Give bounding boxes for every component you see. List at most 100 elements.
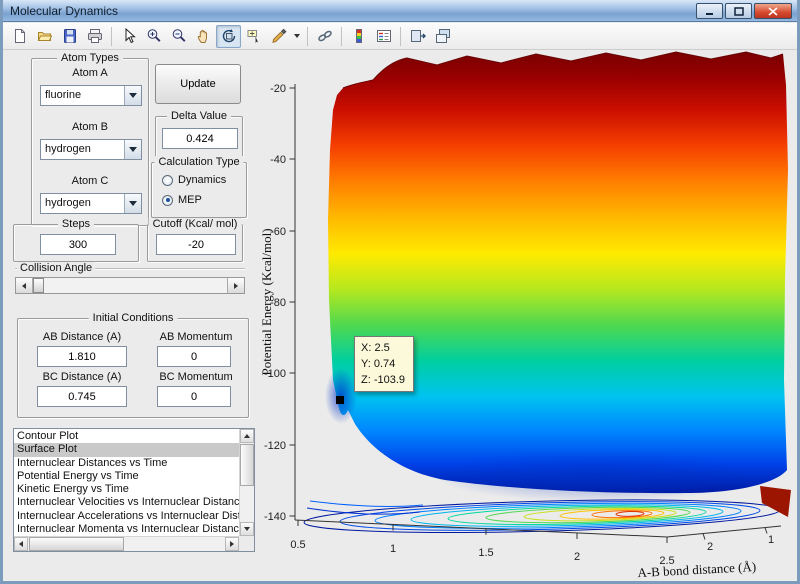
listbox-vertical-scrollbar[interactable] [239, 429, 254, 536]
plot-type-list: Contour Plot Surface Plot Internuclear D… [14, 430, 239, 536]
mep-radio[interactable]: MEP [162, 194, 202, 206]
calculation-type-title: Calculation Type [154, 156, 243, 168]
collision-angle-slider[interactable] [15, 277, 245, 294]
ab-distance-field[interactable] [37, 346, 127, 367]
slider-left-button[interactable] [16, 278, 33, 293]
zoom-in-button[interactable] [141, 25, 166, 48]
delta-value-title: Delta Value [167, 110, 231, 122]
atom-b-value: hydrogen [45, 140, 91, 159]
chevron-down-icon [294, 34, 300, 38]
surface-plot-svg: -20 -40 -60 -80 -100 -120 -140 0.5 1 1.5… [255, 40, 800, 584]
scroll-right-button[interactable] [225, 537, 239, 551]
basin-shading [435, 450, 755, 502]
list-item[interactable]: Contour Plot [14, 430, 239, 443]
bc-distance-field[interactable] [37, 386, 127, 407]
list-item[interactable]: Potential Energy vs Time [14, 470, 239, 483]
cutoff-field[interactable] [156, 234, 236, 255]
datatip[interactable]: X: 2.5 Y: 0.74 Z: -103.9 [354, 336, 414, 392]
atom-b-dropdown-button[interactable] [124, 140, 141, 159]
edit-plot-button[interactable] [116, 25, 141, 48]
potential-energy-surface[interactable] [325, 52, 788, 502]
atom-b-label: Atom B [32, 121, 148, 133]
atom-c-dropdown[interactable]: hydrogen [40, 193, 142, 214]
new-figure-button[interactable] [7, 25, 32, 48]
new-figure-icon [12, 28, 28, 44]
titlebar[interactable]: Molecular Dynamics [3, 0, 797, 22]
save-figure-button[interactable] [57, 25, 82, 48]
cutoff-panel: Cutoff (Kcal/ mol) [147, 224, 243, 262]
scrollbar-corner [239, 536, 254, 551]
delta-value-panel: Delta Value [155, 116, 243, 158]
print-figure-button[interactable] [82, 25, 107, 48]
listbox-horizontal-scrollbar[interactable] [14, 536, 239, 551]
x-tick: 1 [390, 543, 396, 555]
maximize-button[interactable] [725, 3, 752, 19]
scroll-left-button[interactable] [14, 537, 28, 551]
toolbar-separator [111, 27, 112, 46]
ab-momentum-field[interactable] [157, 346, 231, 367]
update-button[interactable]: Update [155, 64, 241, 104]
close-icon [768, 7, 778, 16]
scroll-down-button[interactable] [240, 522, 254, 536]
depth-tick: 2 [707, 541, 713, 553]
bc-momentum-label: BC Momentum [148, 371, 244, 383]
z-tick: -120 [264, 440, 286, 452]
minimize-button[interactable] [696, 3, 723, 19]
collision-angle-label: Collision Angle [17, 262, 95, 274]
arrow-right-icon [234, 283, 238, 289]
rotate-3d-icon [221, 28, 237, 44]
arrow-down-icon [244, 527, 250, 531]
delta-value-field[interactable] [162, 128, 238, 149]
atom-c-dropdown-button[interactable] [124, 194, 141, 213]
x-tick: 1.5 [478, 547, 493, 559]
list-item[interactable]: Internuclear Accelerations vs Internucle… [14, 510, 239, 523]
bc-momentum-field[interactable] [157, 386, 231, 407]
arrow-up-icon [244, 434, 250, 438]
atom-a-dropdown[interactable]: fluorine [40, 85, 142, 106]
open-file-button[interactable] [32, 25, 57, 48]
zoom-out-button[interactable] [166, 25, 191, 48]
slider-right-button[interactable] [227, 278, 244, 293]
steps-panel: Steps [13, 224, 139, 262]
list-item[interactable]: Internuclear Momenta vs Internuclear Dis… [14, 523, 239, 536]
atom-a-dropdown-button[interactable] [124, 86, 141, 105]
z-axis-label: Potential Energy (Kcal/mol) [259, 228, 274, 375]
close-button[interactable] [754, 3, 792, 19]
dynamics-radio[interactable]: Dynamics [162, 174, 226, 186]
plot-type-listbox[interactable]: Contour Plot Surface Plot Internuclear D… [13, 428, 255, 552]
radio-icon [162, 175, 173, 186]
window-buttons [696, 3, 792, 19]
vertical-scroll-thumb[interactable] [240, 444, 254, 486]
calculation-type-panel: Calculation Type Dynamics MEP [151, 162, 247, 218]
dynamics-radio-label: Dynamics [178, 174, 226, 186]
open-file-icon [37, 28, 53, 44]
scroll-up-button[interactable] [240, 429, 254, 443]
list-item[interactable]: Internuclear Distances vs Time [14, 457, 239, 470]
rotate-3d-button[interactable] [216, 25, 241, 48]
chevron-down-icon [129, 201, 137, 206]
pan-button[interactable] [191, 25, 216, 48]
list-item[interactable]: Kinetic Energy vs Time [14, 483, 239, 496]
minimize-icon [705, 7, 715, 16]
save-figure-icon [62, 28, 78, 44]
slider-thumb[interactable] [33, 278, 44, 293]
steps-title: Steps [58, 218, 94, 230]
x-axis-label: A-B bond distance (Å) [637, 559, 756, 580]
datatip-z: Z: -103.9 [361, 372, 405, 388]
atom-b-dropdown[interactable]: hydrogen [40, 139, 142, 160]
x-tick: 0.5 [290, 539, 305, 551]
datatip-x: X: 2.5 [361, 340, 405, 356]
steps-field[interactable] [40, 234, 116, 255]
surface-face[interactable] [328, 52, 788, 493]
list-item-selected[interactable]: Surface Plot [14, 443, 239, 456]
initial-conditions-title: Initial Conditions [89, 312, 178, 324]
maximize-icon [734, 7, 744, 16]
pan-hand-icon [196, 28, 212, 44]
list-item[interactable]: Internuclear Velocities vs Internuclear … [14, 496, 239, 509]
axes-3d[interactable]: -20 -40 -60 -80 -100 -120 -140 0.5 1 1.5… [255, 40, 800, 584]
edit-plot-icon [121, 28, 137, 44]
zoom-out-icon [171, 28, 187, 44]
data-cursor-marker[interactable] [336, 396, 344, 404]
zoom-in-icon [146, 28, 162, 44]
horizontal-scroll-thumb[interactable] [29, 537, 124, 551]
